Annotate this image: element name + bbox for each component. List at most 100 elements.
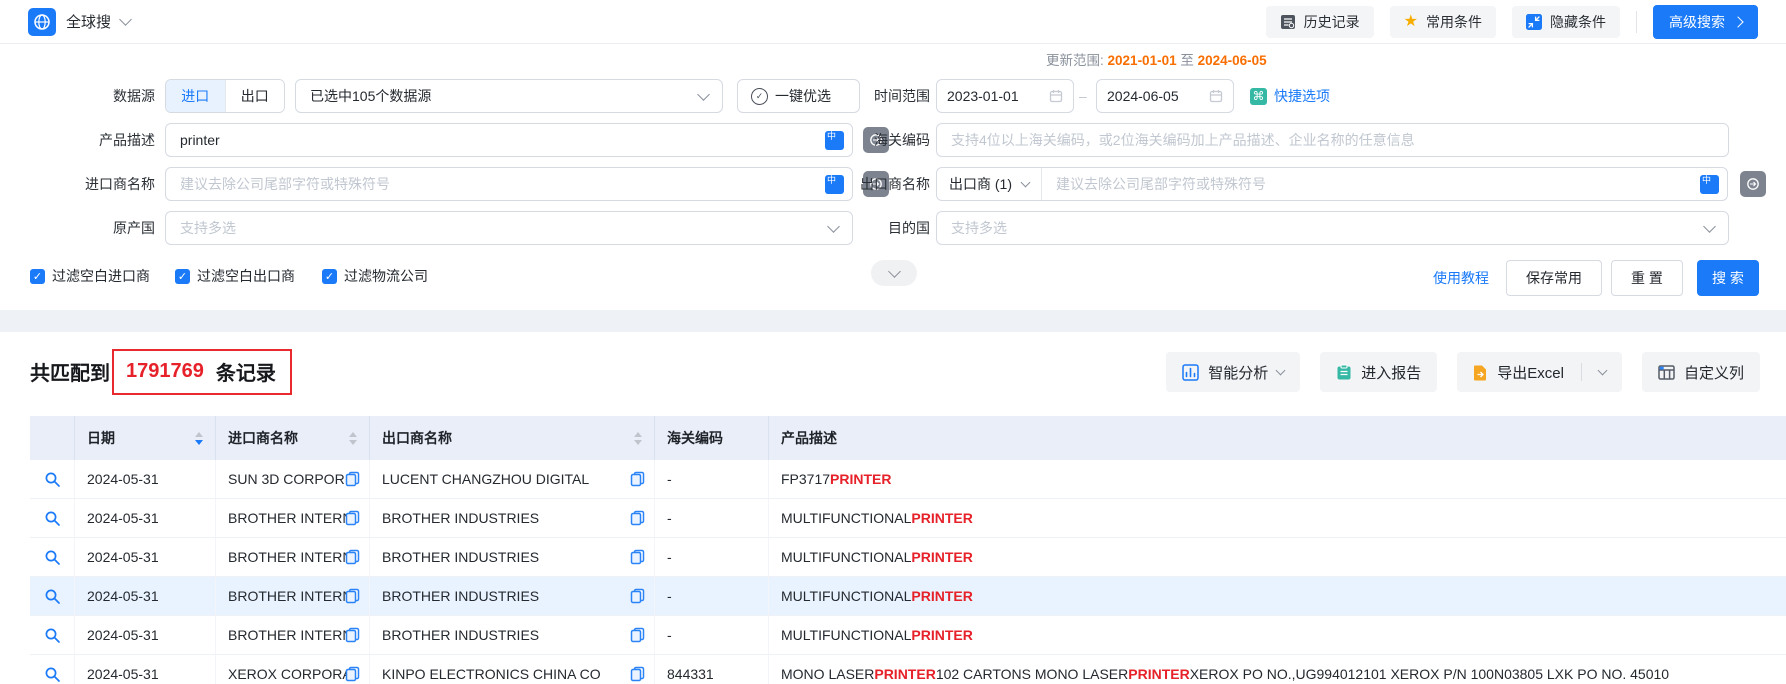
date-from-input[interactable]: 2023-01-01 bbox=[936, 79, 1074, 113]
checkbox-checked-icon: ✓ bbox=[175, 269, 190, 284]
app-logo-globe-icon bbox=[28, 8, 56, 36]
row-importer[interactable]: BROTHER INTERN bbox=[216, 577, 370, 615]
row-importer[interactable]: BROTHER INTERN bbox=[216, 538, 370, 576]
filter-logistics-checkbox[interactable]: ✓ 过滤物流公司 bbox=[322, 266, 428, 286]
table-row[interactable]: 2024-05-31XEROX CORPORA KINPO ELECTRONIC… bbox=[30, 655, 1786, 684]
row-product-desc: MULTIFUNCTIONAL PRINTER bbox=[769, 499, 1786, 537]
row-date: 2024-05-31 bbox=[75, 577, 216, 615]
sort-icons[interactable] bbox=[349, 432, 357, 445]
date-to-input[interactable]: 2024-06-05 bbox=[1096, 79, 1234, 113]
customize-columns-button[interactable]: 自定义列 bbox=[1642, 352, 1760, 392]
table-row[interactable]: 2024-05-31BROTHER INTERN BROTHER INDUSTR… bbox=[30, 499, 1786, 538]
magnifier-icon[interactable] bbox=[44, 588, 61, 605]
results-summary: 共匹配到 1791769 条记录 bbox=[30, 350, 276, 392]
hide-conditions-button[interactable]: 隐藏条件 bbox=[1512, 6, 1620, 38]
table-row[interactable]: 2024-05-31BROTHER INTERN BROTHER INDUSTR… bbox=[30, 538, 1786, 577]
app-name: 全球搜 bbox=[66, 11, 111, 32]
copy-icon[interactable] bbox=[345, 549, 360, 565]
results-count: 1791769 bbox=[126, 360, 204, 383]
export-excel-button[interactable]: 导出Excel bbox=[1457, 352, 1622, 392]
row-date: 2024-05-31 bbox=[75, 460, 216, 498]
chevron-down-icon bbox=[697, 88, 710, 101]
copy-icon[interactable] bbox=[630, 666, 645, 682]
table-row[interactable]: 2024-05-31SUN 3D CORPOR LUCENT CHANGZHOU… bbox=[30, 460, 1786, 499]
destination-country-select[interactable]: 支持多选 bbox=[936, 211, 1729, 245]
sort-icons[interactable] bbox=[634, 432, 642, 445]
header-exporter[interactable]: 出口商名称 bbox=[370, 416, 655, 460]
history-button[interactable]: 历史记录 bbox=[1266, 6, 1374, 38]
magnifier-icon[interactable] bbox=[44, 471, 61, 488]
hs-code-label: 海关编码 bbox=[790, 123, 930, 157]
row-importer[interactable]: SUN 3D CORPOR bbox=[216, 460, 370, 498]
button-divider bbox=[1581, 363, 1582, 381]
hs-code-input[interactable] bbox=[951, 132, 1714, 148]
tutorial-link[interactable]: 使用教程 bbox=[1433, 260, 1489, 296]
copy-icon[interactable] bbox=[345, 588, 360, 604]
magnifier-icon[interactable] bbox=[44, 666, 61, 683]
quick-options-link[interactable]: ⌘ 快捷选项 bbox=[1250, 79, 1330, 113]
origin-country-select[interactable]: 支持多选 bbox=[165, 211, 853, 245]
history-icon bbox=[1280, 14, 1296, 30]
row-preview-button[interactable] bbox=[30, 616, 75, 654]
search-form: 更新范围: 2021-01-01 至 2024-06-05 数据源 进口 出口 … bbox=[0, 44, 1786, 310]
copy-icon[interactable] bbox=[345, 471, 360, 487]
row-importer[interactable]: BROTHER INTERN bbox=[216, 616, 370, 654]
export-options-chevron-down-icon[interactable] bbox=[1598, 365, 1608, 375]
magnifier-icon[interactable] bbox=[44, 627, 61, 644]
global-search-page: 全球搜 历史记录 ★ 常用条件 隐藏条件 高级搜索 更新范围: bbox=[0, 0, 1786, 684]
header-importer[interactable]: 进口商名称 bbox=[216, 416, 370, 460]
smart-analysis-button[interactable]: 智能分析 bbox=[1166, 352, 1300, 392]
row-exporter[interactable]: BROTHER INDUSTRIES bbox=[370, 538, 655, 576]
row-importer[interactable]: XEROX CORPORA bbox=[216, 655, 370, 684]
save-favorite-button[interactable]: 保存常用 bbox=[1506, 260, 1602, 296]
magnifier-icon[interactable] bbox=[44, 510, 61, 527]
table-row[interactable]: 2024-05-31BROTHER INTERN BROTHER INDUSTR… bbox=[30, 616, 1786, 655]
row-date: 2024-05-31 bbox=[75, 655, 216, 684]
copy-icon[interactable] bbox=[630, 588, 645, 604]
copy-icon[interactable] bbox=[345, 627, 360, 643]
row-exporter[interactable]: BROTHER INDUSTRIES bbox=[370, 616, 655, 654]
advanced-search-button[interactable]: 高级搜索 bbox=[1653, 5, 1758, 39]
copy-icon[interactable] bbox=[630, 510, 645, 526]
exporter-type-select[interactable]: 出口商 (1) bbox=[937, 168, 1042, 200]
filter-blank-exporter-checkbox[interactable]: ✓ 过滤空白出口商 bbox=[175, 266, 295, 286]
arrow-right-icon bbox=[1732, 16, 1743, 27]
enter-report-button[interactable]: 进入报告 bbox=[1320, 352, 1437, 392]
destination-country-label: 目的国 bbox=[790, 211, 930, 245]
app-switch-chevron-down-icon[interactable] bbox=[119, 13, 132, 26]
datasource-select[interactable]: 已选中105个数据源 bbox=[295, 79, 723, 113]
reset-button[interactable]: 重 置 bbox=[1611, 260, 1683, 296]
star-icon: ★ bbox=[1404, 14, 1418, 30]
row-exporter[interactable]: BROTHER INDUSTRIES bbox=[370, 577, 655, 615]
collapse-form-button[interactable] bbox=[871, 260, 917, 286]
row-exporter[interactable]: BROTHER INDUSTRIES bbox=[370, 499, 655, 537]
favorite-conditions-button[interactable]: ★ 常用条件 bbox=[1390, 6, 1496, 38]
row-exporter[interactable]: KINPO ELECTRONICS CHINA CO bbox=[370, 655, 655, 684]
copy-icon[interactable] bbox=[345, 666, 360, 682]
calendar-icon bbox=[1209, 89, 1223, 103]
row-preview-button[interactable] bbox=[30, 499, 75, 537]
sort-icons[interactable] bbox=[195, 432, 203, 445]
filter-blank-importer-checkbox[interactable]: ✓ 过滤空白进口商 bbox=[30, 266, 150, 286]
row-importer[interactable]: BROTHER INTERN bbox=[216, 499, 370, 537]
copy-icon[interactable] bbox=[630, 471, 645, 487]
importer-label: 进口商名称 bbox=[30, 167, 155, 201]
exporter-label: 出口商名称 bbox=[790, 167, 930, 201]
copy-icon[interactable] bbox=[630, 627, 645, 643]
table-row[interactable]: 2024-05-31BROTHER INTERN BROTHER INDUSTR… bbox=[30, 577, 1786, 616]
translate-icon[interactable]: 中A bbox=[1700, 175, 1719, 194]
row-preview-button[interactable] bbox=[30, 460, 75, 498]
copy-icon[interactable] bbox=[630, 549, 645, 565]
import-tab[interactable]: 进口 bbox=[166, 80, 225, 112]
export-tab[interactable]: 出口 bbox=[225, 80, 285, 112]
header-date[interactable]: 日期 bbox=[75, 416, 216, 460]
magnifier-icon[interactable] bbox=[44, 549, 61, 566]
copy-icon[interactable] bbox=[345, 510, 360, 526]
row-preview-button[interactable] bbox=[30, 538, 75, 576]
row-preview-button[interactable] bbox=[30, 577, 75, 615]
chevron-down-icon bbox=[1021, 177, 1031, 187]
row-exporter[interactable]: LUCENT CHANGZHOU DIGITAL bbox=[370, 460, 655, 498]
synonym-expand-button[interactable] bbox=[1740, 171, 1766, 197]
search-button[interactable]: 搜 索 bbox=[1697, 260, 1759, 296]
row-preview-button[interactable] bbox=[30, 655, 75, 684]
